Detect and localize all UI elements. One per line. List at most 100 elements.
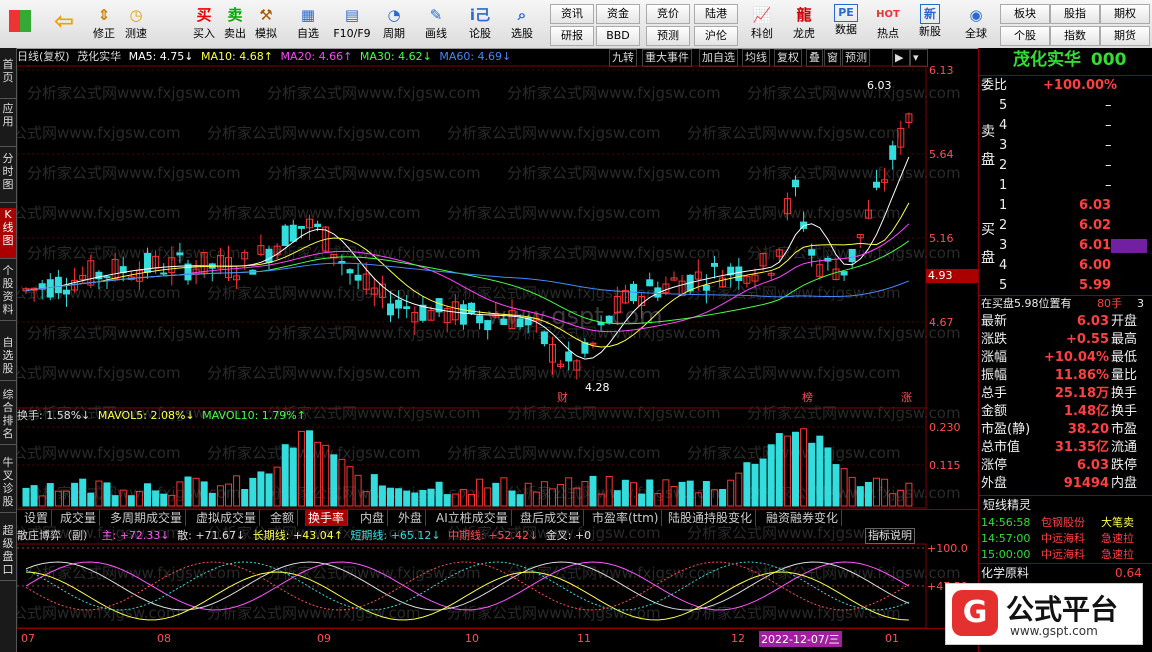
price-axis-label: 6.13 bbox=[929, 64, 954, 77]
kline-candle bbox=[289, 224, 297, 242]
tab-pe-ttm[interactable]: 市盈率(ttm) bbox=[589, 510, 663, 526]
tab-virtual-volume[interactable]: 虚拟成交量 bbox=[193, 510, 261, 526]
news-button[interactable]: 资讯 bbox=[550, 4, 594, 24]
tab-margin[interactable]: 融资融券变化 bbox=[763, 510, 843, 526]
data-button[interactable]: PE 数据 bbox=[828, 2, 864, 46]
buy-button[interactable]: 买买入 bbox=[188, 2, 220, 46]
stock-button[interactable]: 个股 bbox=[1000, 26, 1050, 46]
back-button[interactable]: ⇦ bbox=[48, 2, 80, 46]
sidebar-item-watchlist[interactable]: 自选股 bbox=[0, 336, 16, 381]
hk-connect-button[interactable]: 陆港 bbox=[694, 4, 738, 24]
indicator-help-button[interactable]: 指标说明 bbox=[865, 528, 915, 544]
short-genie-title: 短线精灵 bbox=[979, 495, 1152, 514]
options-button[interactable]: 期权 bbox=[1100, 4, 1150, 24]
ask-level-row[interactable]: 1– bbox=[999, 176, 1149, 196]
sidebar-item-home[interactable]: 首页 bbox=[0, 58, 16, 99]
ask-level-volume: – bbox=[1105, 98, 1112, 113]
bid-level-row[interactable]: 5 5.99 bbox=[999, 276, 1149, 296]
sidebar-item-ranking[interactable]: 综合排名 bbox=[0, 388, 16, 445]
sidebar-item-level2[interactable]: 超级盘口 bbox=[0, 524, 16, 581]
bid-level-row[interactable]: 4 6.00 bbox=[999, 256, 1149, 276]
shanghai-london-button[interactable]: 沪伦 bbox=[694, 26, 738, 46]
auction-button[interactable]: 竞价 bbox=[646, 4, 690, 24]
short-genie-item[interactable]: 14:56:58 包钢股份 大笔卖 bbox=[979, 515, 1152, 531]
simulate-button[interactable]: ⚒ 模拟 bbox=[250, 2, 282, 46]
ask-level-index: 1 bbox=[999, 178, 1008, 193]
star-market-button[interactable]: 📈 科创 bbox=[744, 2, 780, 46]
speedtest-button[interactable]: ◷ 测速 bbox=[120, 2, 152, 46]
tab-turnover[interactable]: 换手率 bbox=[305, 510, 349, 526]
fix-button[interactable]: ⇕ 修正 bbox=[88, 2, 120, 46]
gspt-logo-text: 公式平台 bbox=[1006, 593, 1119, 626]
bid-level-index: 4 bbox=[999, 258, 1008, 273]
ask-level-row[interactable]: 3– bbox=[999, 136, 1149, 156]
sell-button[interactable]: 卖卖出 bbox=[219, 2, 251, 46]
ipo-button[interactable]: 新新股 bbox=[912, 2, 948, 46]
watermark-text: 分析家公式网www.fxjgsw.com bbox=[27, 164, 241, 182]
short-genie-stock: 包钢股份 bbox=[1041, 516, 1085, 529]
sector-row[interactable]: 化学原料 0.64 bbox=[979, 563, 1152, 582]
sidebar-item-diagnosis[interactable]: 牛叉诊股 bbox=[0, 456, 16, 513]
kline-chart[interactable]: 分析家公式网www.fxjgsw.com 分析家公式网www.fxjgsw.com… bbox=[17, 48, 977, 652]
index-futures-button[interactable]: 股指 bbox=[1050, 4, 1100, 24]
quote-stat-row: 总市值 31.35亿 流通 bbox=[979, 439, 1152, 457]
watermark-text: 分析家公式网www.fxjgsw.com bbox=[17, 204, 181, 222]
watchlist-button[interactable]: ▦ 自选 bbox=[292, 2, 324, 46]
ask-level-row[interactable]: 4– bbox=[999, 116, 1149, 136]
quote-stat-row: 振幅 11.86% 量比 bbox=[979, 367, 1152, 385]
funds-button[interactable]: 资金 bbox=[596, 4, 640, 24]
forecast-button[interactable]: 预测 bbox=[646, 26, 690, 46]
sector-button[interactable]: 板块 bbox=[1000, 4, 1050, 24]
kline-candle bbox=[103, 276, 111, 279]
tab-settings[interactable]: 设置 bbox=[21, 510, 53, 526]
draw-button[interactable]: ✎ 画线 bbox=[420, 2, 452, 46]
tab-ai-volume[interactable]: AI立桩成交量 bbox=[433, 510, 512, 526]
discuss-button[interactable]: i己 论股 bbox=[464, 2, 496, 46]
index-button[interactable]: 指数 bbox=[1050, 26, 1100, 46]
tab-northbound[interactable]: 陆股通持股变化 bbox=[665, 510, 757, 526]
watermark-text: 分析家公式网www.fxjgsw.com bbox=[747, 164, 961, 182]
bid-level-row[interactable]: 3 6.01 bbox=[999, 236, 1149, 256]
volume-bar bbox=[370, 474, 378, 507]
kline-candle bbox=[54, 276, 62, 294]
short-genie-time: 14:56:58 bbox=[981, 516, 1031, 529]
sidebar-item-apps[interactable]: 应用 bbox=[0, 102, 16, 147]
short-genie-item[interactable]: 14:57:00 中远海科 急速拉 bbox=[979, 531, 1152, 547]
tab-volume[interactable]: 成交量 bbox=[57, 510, 101, 526]
bid-level-row[interactable]: 2 6.02 bbox=[999, 216, 1149, 236]
quote-stat-label: 涨跌 bbox=[981, 332, 1008, 347]
current-price-tag: 4.93 bbox=[926, 269, 978, 283]
tab-amount[interactable]: 金额 bbox=[267, 510, 299, 526]
dragon-button[interactable]: 龍龙虎 bbox=[786, 2, 822, 46]
bbd-button[interactable]: BBD bbox=[596, 26, 640, 46]
ask-level-row[interactable]: 2– bbox=[999, 156, 1149, 176]
tab-after-volume[interactable]: 盘后成交量 bbox=[517, 510, 585, 526]
screener-button[interactable]: ⌕ 选股 bbox=[506, 2, 538, 46]
tab-inner[interactable]: 内盘 bbox=[357, 510, 389, 526]
global-button[interactable]: ◉ 全球 bbox=[956, 2, 996, 46]
watermark-text: 分析家公式网www.fxjgsw.com bbox=[27, 564, 241, 582]
futures-button[interactable]: 期货 bbox=[1100, 26, 1150, 46]
sidebar-item-kline[interactable]: K线图 bbox=[0, 208, 16, 259]
f10-button[interactable]: ▤ F10/F9 bbox=[330, 2, 374, 46]
kline-candle bbox=[419, 304, 427, 321]
research-button[interactable]: 研报 bbox=[550, 26, 594, 46]
volume-header: 换手: 1.58%↓ MAVOL5: 2.08%↓ MAVOL10: 1.79%… bbox=[17, 408, 917, 424]
hot-button[interactable]: HOT 热点 bbox=[870, 2, 906, 46]
period-button[interactable]: ◔ 周期 bbox=[378, 2, 410, 46]
volume-bar bbox=[646, 479, 654, 507]
buy-icon: 买 bbox=[196, 6, 212, 24]
ask-level-row[interactable]: 5– bbox=[999, 96, 1149, 116]
star-market-label: 科创 bbox=[751, 27, 773, 40]
tab-multi-volume[interactable]: 多周期成交量 bbox=[107, 510, 187, 526]
short-genie-item[interactable]: 15:00:00 中远海科 急速拉 bbox=[979, 547, 1152, 563]
grid-button[interactable] bbox=[4, 2, 36, 46]
back-arrow-icon: ⇦ bbox=[53, 7, 75, 35]
indicator-header: 散庄博弈（副） 主: +72.33↓ 散: +71.67↓ 长期线: +43.0… bbox=[17, 528, 917, 544]
bid-level-row[interactable]: 1 6.03 bbox=[999, 196, 1149, 216]
tab-outer[interactable]: 外盘 bbox=[395, 510, 427, 526]
sidebar-item-timeshare[interactable]: 分时图 bbox=[0, 152, 16, 203]
quote-stat-row: 涨停 6.03 跌停 bbox=[979, 457, 1152, 475]
quote-stat-row: 金额 1.48亿 换手 bbox=[979, 403, 1152, 421]
sidebar-item-profile[interactable]: 个股资料 bbox=[0, 264, 16, 321]
